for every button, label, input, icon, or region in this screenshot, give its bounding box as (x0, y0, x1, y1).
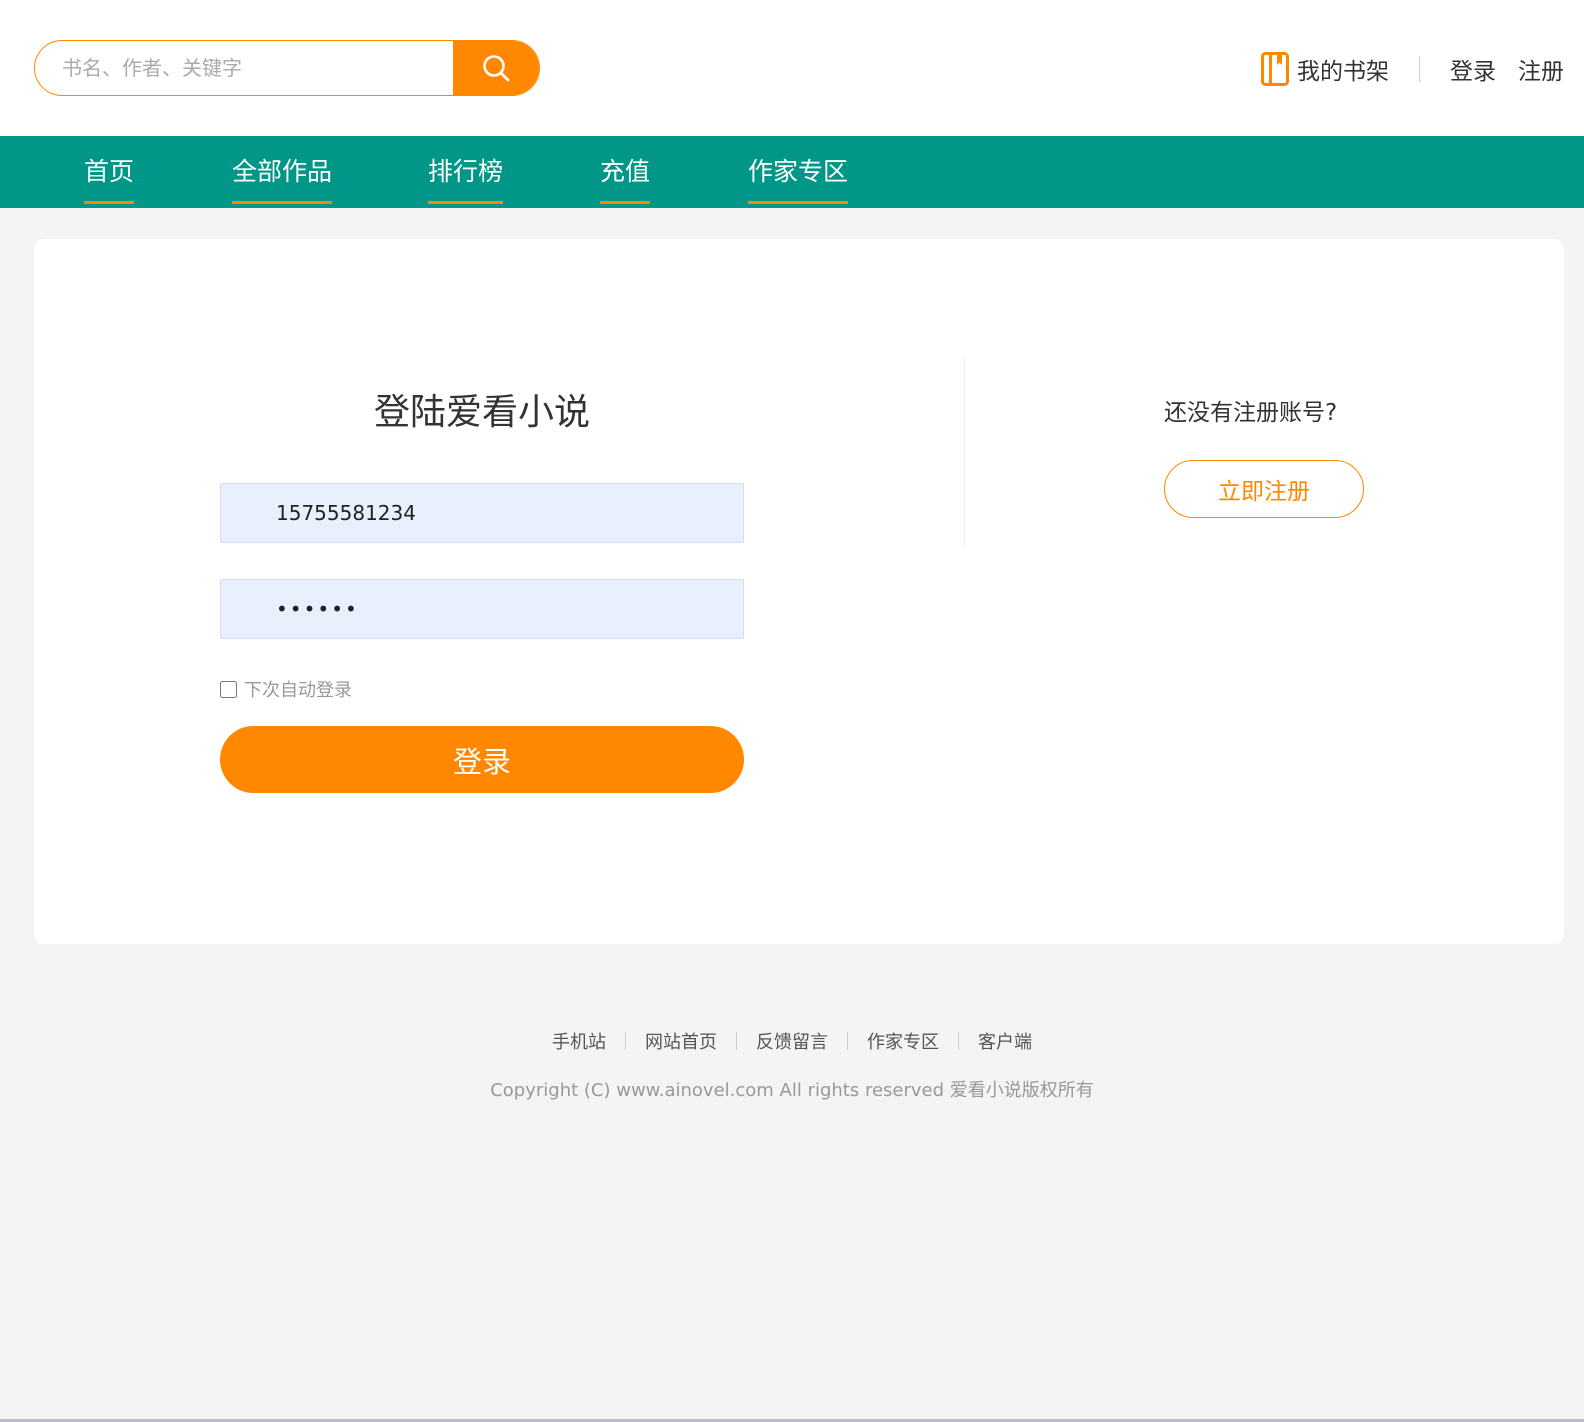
footer-link-feedback[interactable]: 反馈留言 (756, 1028, 828, 1054)
remember-me: 下次自动登录 (220, 676, 352, 702)
footer-separator (958, 1032, 959, 1050)
nav-item-home[interactable]: 首页 (84, 136, 135, 208)
login-title: 登陆爱看小说 (373, 392, 590, 433)
nav-item-author-zone[interactable]: 作家专区 (748, 136, 849, 208)
footer-separator (847, 1032, 848, 1050)
search-bar (34, 40, 540, 96)
bookshelf-icon (1261, 52, 1289, 86)
search-button[interactable] (453, 41, 539, 95)
footer-links: 手机站 网站首页 反馈留言 作家专区 客户端 (0, 1028, 1584, 1054)
remember-me-label: 下次自动登录 (244, 680, 352, 701)
login-button[interactable]: 登录 (220, 726, 744, 793)
footer-link-mobile[interactable]: 手机站 (552, 1028, 606, 1054)
footer-link-home[interactable]: 网站首页 (645, 1028, 717, 1054)
no-account-prompt: 还没有注册账号? (1164, 400, 1338, 426)
nav-item-recharge[interactable]: 充值 (600, 136, 651, 208)
header-login-link[interactable]: 登录 (1450, 52, 1496, 86)
my-bookshelf-link[interactable]: 我的书架 (1261, 52, 1389, 86)
nav-item-rankings[interactable]: 排行榜 (428, 136, 504, 208)
main-nav: 首页 全部作品 排行榜 充值 作家专区 (0, 136, 1584, 208)
password-field[interactable] (220, 579, 744, 639)
copyright-text: Copyright (C) www.ainovel.com All rights… (490, 1080, 1094, 1101)
footer-separator (736, 1032, 737, 1050)
card-divider (964, 357, 965, 547)
site-header: 我的书架 登录 注册 (0, 0, 1584, 136)
register-now-button[interactable]: 立即注册 (1164, 460, 1364, 518)
header-register-link[interactable]: 注册 (1518, 52, 1564, 86)
search-icon (483, 55, 510, 82)
header-divider (1419, 56, 1420, 82)
login-card: 登陆爱看小说 下次自动登录 登录 还没有注册账号? 立即注册 (34, 239, 1564, 944)
bookshelf-label: 我的书架 (1297, 59, 1389, 85)
footer-separator (625, 1032, 626, 1050)
footer-link-client[interactable]: 客户端 (978, 1028, 1032, 1054)
search-input[interactable] (35, 41, 453, 95)
nav-item-all-works[interactable]: 全部作品 (232, 136, 333, 208)
remember-me-checkbox[interactable] (220, 680, 237, 698)
user-nav: 我的书架 登录 注册 (1261, 50, 1564, 88)
username-field[interactable] (220, 483, 744, 543)
footer-link-author-zone[interactable]: 作家专区 (867, 1028, 939, 1054)
